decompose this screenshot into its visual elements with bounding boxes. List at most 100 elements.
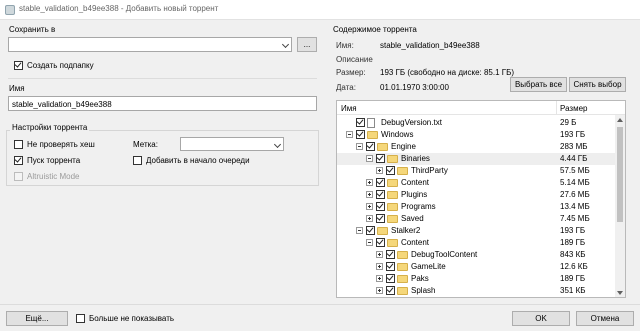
tree-row[interactable]: Content 5.14 МБ [337, 177, 625, 189]
file-tree[interactable]: Имя Размер DebugVersion.txt 29 Б Windows 19… [336, 100, 626, 298]
checkmark-icon [376, 177, 384, 185]
row-checkbox[interactable] [366, 225, 375, 235]
name-title: Имя [9, 84, 25, 93]
cancel-button[interactable]: Отмена [576, 311, 634, 326]
tree-row[interactable]: Paks 189 ГБ [337, 273, 625, 285]
tree-row[interactable]: Programs 13.4 МБ [337, 201, 625, 213]
folder-icon [387, 215, 398, 223]
ok-button[interactable]: OK [512, 311, 570, 326]
expand-icon[interactable] [366, 215, 373, 222]
title-bar: stable_validation_b49ee388 - Добавить но… [0, 0, 640, 20]
row-checkbox[interactable] [376, 213, 385, 223]
tree-row[interactable]: Saved 7.45 МБ [337, 213, 625, 225]
expand-icon[interactable] [376, 287, 383, 294]
row-name: Binaries [401, 154, 430, 163]
expand-icon[interactable] [366, 191, 373, 198]
expand-icon[interactable] [366, 179, 373, 186]
label-combo[interactable] [180, 137, 284, 151]
collapse-icon[interactable] [366, 239, 373, 246]
info-size-value: 193 ГБ (свободно на диске: 85.1 ГБ) [380, 68, 515, 77]
expand-icon[interactable] [376, 251, 383, 258]
row-checkbox[interactable] [386, 165, 395, 175]
tree-row[interactable]: ThirdParty 57.5 МБ [337, 165, 625, 177]
row-size: 351 КБ [560, 286, 586, 295]
tree-row[interactable]: Splash 351 КБ [337, 285, 625, 297]
row-checkbox[interactable] [386, 249, 395, 259]
row-name: Content [401, 178, 430, 187]
collapse-icon[interactable] [346, 131, 353, 138]
collapse-icon[interactable] [356, 227, 363, 234]
info-description-label: Описание [336, 55, 373, 64]
start-torrent-checkbox[interactable] [14, 155, 23, 165]
torrent-name-input[interactable]: stable_validation_b49ee388 [8, 96, 317, 111]
collapse-icon[interactable] [366, 155, 373, 162]
column-size-header[interactable]: Размер [560, 104, 588, 113]
row-checkbox[interactable] [366, 141, 375, 151]
app-icon [5, 5, 15, 15]
expand-icon[interactable] [366, 203, 373, 210]
select-all-button[interactable]: Выбрать все [510, 77, 567, 92]
tree-row[interactable]: GameLite 12.6 КБ [337, 261, 625, 273]
row-size: 193 ГБ [560, 130, 586, 139]
folder-icon [387, 179, 398, 187]
collapse-icon[interactable] [356, 143, 363, 150]
add-to-top-checkbox[interactable] [133, 156, 142, 165]
expand-icon[interactable] [376, 275, 383, 282]
tree-row[interactable]: DebugToolContent 843 КБ [337, 249, 625, 261]
expand-icon[interactable] [376, 167, 383, 174]
row-checkbox[interactable] [376, 177, 385, 187]
info-date-value: 01.01.1970 3:00:00 [380, 83, 449, 92]
create-subfolder-label: Создать подпапку [27, 61, 94, 70]
folder-icon [387, 191, 398, 199]
folder-icon [367, 131, 378, 139]
row-checkbox[interactable] [386, 273, 395, 283]
row-size: 189 ГБ [560, 238, 586, 247]
dont-show-checkbox[interactable] [76, 314, 85, 323]
tree-row[interactable]: Stalker2 193 ГБ [337, 225, 625, 237]
info-name-label: Имя: [336, 41, 354, 50]
save-in-title: Сохранить в [9, 25, 56, 34]
scrollbar-thumb[interactable] [617, 127, 623, 222]
browse-button[interactable]: ... [297, 37, 317, 52]
create-subfolder-checkbox[interactable] [14, 60, 23, 70]
label-caption: Метка: [133, 140, 158, 149]
tree-scrollbar[interactable] [615, 115, 625, 297]
tree-row[interactable]: Binaries 4.44 ГБ [337, 153, 625, 165]
row-checkbox[interactable] [376, 201, 385, 211]
row-name: Engine [391, 142, 416, 151]
row-checkbox[interactable] [376, 153, 385, 163]
info-name-value: stable_validation_b49ee388 [380, 41, 480, 50]
folder-icon [397, 263, 408, 271]
tree-row[interactable]: DebugVersion.txt 29 Б [337, 117, 625, 129]
scroll-down-arrow-icon[interactable] [617, 291, 623, 295]
tree-row[interactable]: Content 189 ГБ [337, 237, 625, 249]
row-checkbox[interactable] [386, 285, 395, 295]
tree-row[interactable]: Plugins 27.6 МБ [337, 189, 625, 201]
expand-icon[interactable] [376, 263, 383, 270]
row-name: GameLite [411, 262, 446, 271]
checkmark-icon [14, 155, 22, 163]
folder-icon [397, 251, 408, 259]
more-button[interactable]: Ещё... [6, 311, 68, 326]
save-path-combo[interactable] [8, 37, 292, 52]
row-checkbox[interactable] [376, 189, 385, 199]
row-name: ThirdParty [411, 166, 448, 175]
row-name: DebugVersion.txt [381, 118, 442, 127]
skip-hash-checkbox[interactable] [14, 140, 23, 149]
column-name-header[interactable]: Имя [341, 104, 357, 113]
add-to-top-label: Добавить в начало очереди [146, 156, 250, 165]
scroll-up-arrow-icon[interactable] [617, 118, 623, 122]
row-checkbox[interactable] [376, 237, 385, 247]
row-checkbox[interactable] [356, 117, 365, 127]
chevron-down-icon [281, 40, 290, 49]
row-checkbox[interactable] [356, 129, 365, 139]
row-size: 13.4 МБ [560, 202, 590, 211]
row-name: Windows [381, 130, 414, 139]
checkmark-icon [366, 225, 374, 233]
tree-row[interactable]: Engine 283 МБ [337, 141, 625, 153]
row-size: 57.5 МБ [560, 166, 590, 175]
deselect-all-button[interactable]: Снять выбор [569, 77, 626, 92]
tree-row[interactable]: Windows 193 ГБ [337, 129, 625, 141]
folder-icon [387, 239, 398, 247]
row-checkbox[interactable] [386, 261, 395, 271]
